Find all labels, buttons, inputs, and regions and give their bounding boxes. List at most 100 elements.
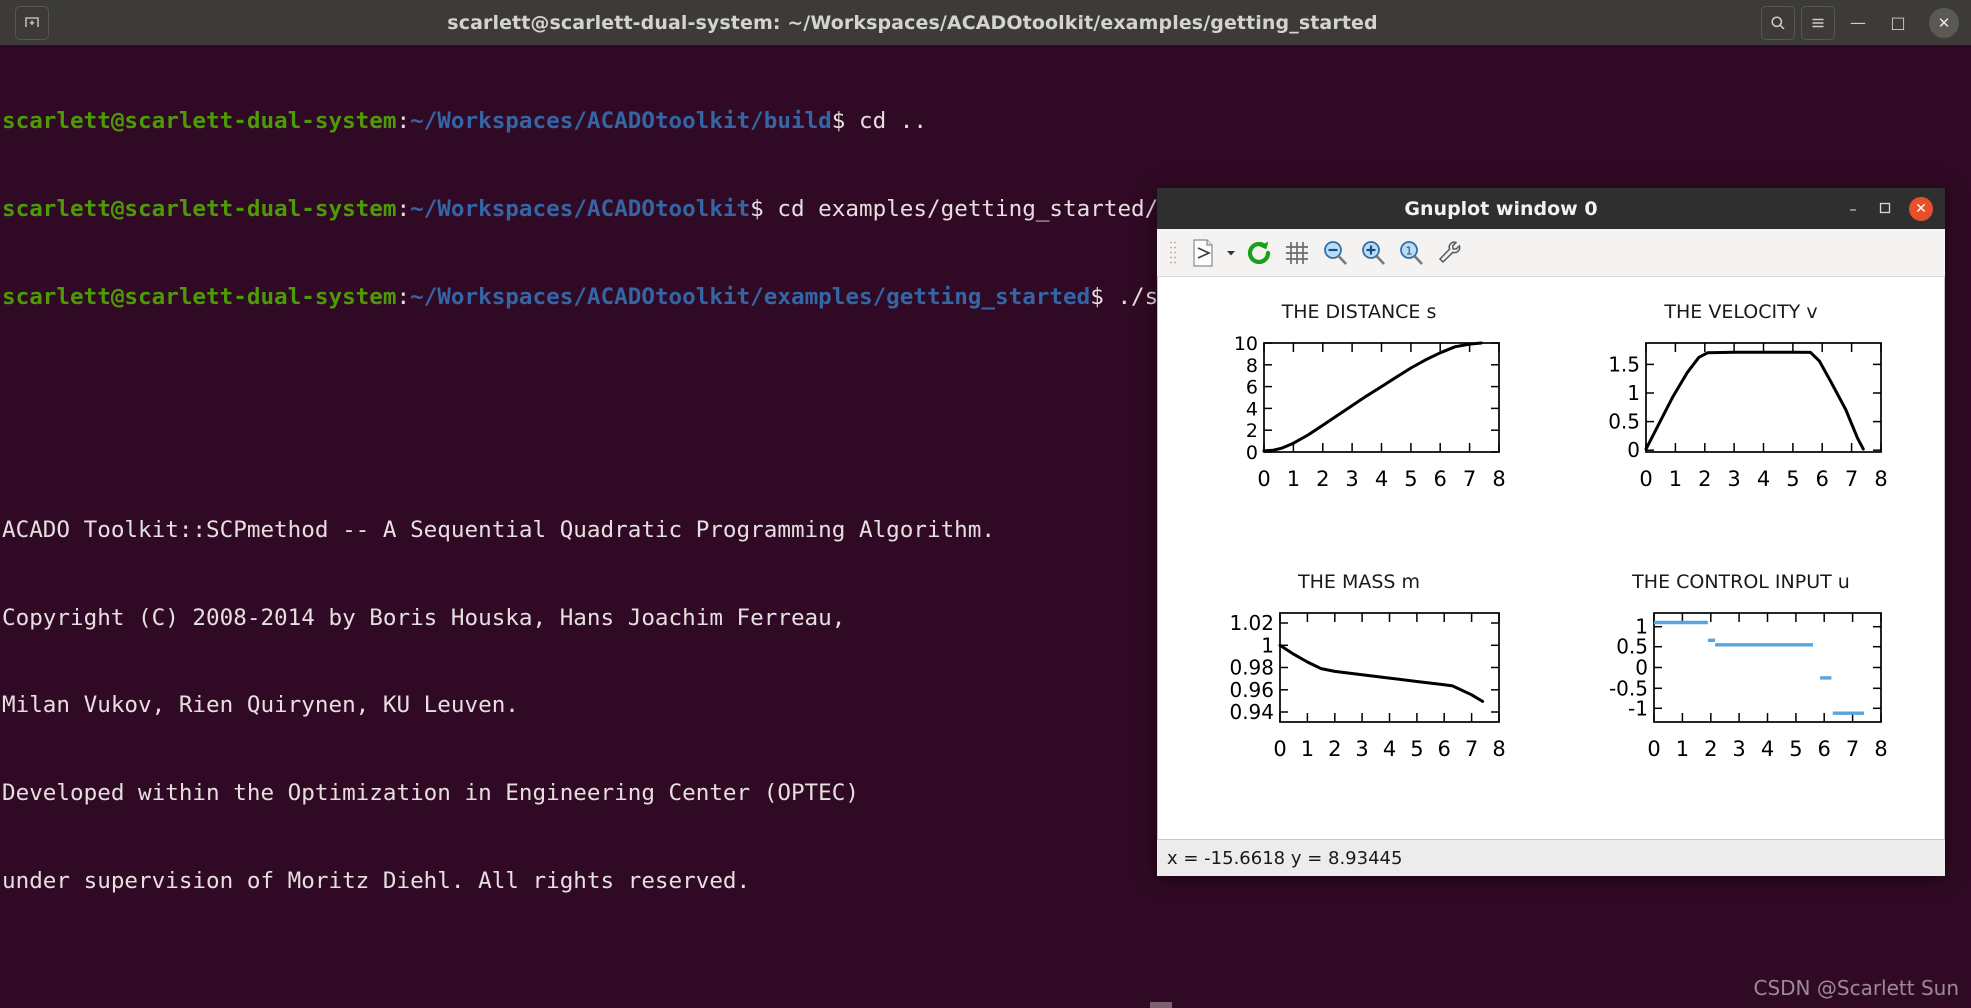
svg-text:1: 1 bbox=[1627, 381, 1640, 405]
svg-text:5: 5 bbox=[1410, 737, 1423, 761]
svg-text:0.94: 0.94 bbox=[1229, 700, 1274, 724]
plot-control-input-svg: 10.50 -0.5-1 012 345 678 bbox=[1609, 612, 1888, 761]
svg-text:0: 0 bbox=[1257, 467, 1270, 491]
svg-text:1: 1 bbox=[1669, 467, 1682, 491]
svg-text:7: 7 bbox=[1846, 737, 1859, 761]
toolbar-drag-handle[interactable] bbox=[1169, 239, 1176, 266]
svg-text:2: 2 bbox=[1698, 467, 1711, 491]
replot-icon[interactable] bbox=[1242, 235, 1276, 271]
prompt-command: $ cd .. bbox=[831, 108, 927, 135]
svg-text:7: 7 bbox=[1845, 467, 1858, 491]
svg-text:3: 3 bbox=[1355, 737, 1368, 761]
minimize-button[interactable]: — bbox=[1841, 6, 1875, 40]
svg-text:7: 7 bbox=[1463, 467, 1476, 491]
terminal-titlebar: scarlett@scarlett-dual-system: ~/Workspa… bbox=[0, 0, 1971, 45]
gnuplot-status-bar: x = -15.6618 y = 8.93445 bbox=[1157, 839, 1945, 876]
prompt-user: scarlett@scarlett-dual-system bbox=[2, 283, 397, 310]
svg-text:1: 1 bbox=[1287, 467, 1300, 491]
chevron-down-icon[interactable] bbox=[1224, 249, 1238, 257]
svg-text:-1: -1 bbox=[1628, 696, 1648, 720]
prompt-line: scarlett@scarlett-dual-system:~/Workspac… bbox=[2, 107, 1971, 136]
gnuplot-maximize-button[interactable] bbox=[1877, 200, 1893, 218]
prompt-path: ~/Workspaces/ACADOtoolkit bbox=[410, 196, 751, 222]
svg-text:5: 5 bbox=[1786, 467, 1799, 491]
maximize-button[interactable]: □ bbox=[1881, 6, 1915, 40]
svg-text:1.02: 1.02 bbox=[1229, 611, 1274, 635]
zoom-out-icon[interactable] bbox=[1318, 235, 1352, 271]
gnuplot-window-buttons: – ✕ bbox=[1845, 196, 1945, 221]
plot-velocity-title: THE VELOCITY v bbox=[1664, 301, 1818, 323]
svg-text:0: 0 bbox=[1246, 442, 1258, 464]
titlebar-left-group bbox=[0, 5, 64, 40]
plot-control-input-title: THE CONTROL INPUT u bbox=[1632, 571, 1850, 593]
svg-text:8: 8 bbox=[1492, 467, 1505, 491]
svg-text:4: 4 bbox=[1383, 737, 1396, 761]
plot-velocity-svg: 1.51 0.50 012 345 678 bbox=[1608, 342, 1888, 491]
svg-text:4: 4 bbox=[1761, 737, 1774, 761]
grid-icon[interactable] bbox=[1280, 235, 1314, 271]
prompt-command: $ cd examples/getting_started/ bbox=[750, 196, 1159, 222]
plot-control-input: THE CONTROL INPUT u 1 0.5 0 -0.5 -1 0 1 … bbox=[1550, 565, 1932, 815]
gnuplot-window: Gnuplot window 0 – ✕ 1 THE DISTANCE s 10… bbox=[1157, 188, 1945, 876]
prompt-sep: : bbox=[396, 108, 411, 135]
gnuplot-titlebar[interactable]: Gnuplot window 0 – ✕ bbox=[1157, 188, 1945, 229]
svg-text:0.96: 0.96 bbox=[1229, 678, 1274, 702]
prompt-path: ~/Workspaces/ACADOtoolkit/build bbox=[410, 108, 832, 135]
svg-text:2: 2 bbox=[1704, 737, 1717, 761]
svg-text:4: 4 bbox=[1246, 398, 1258, 420]
plot-mass: THE MASS m 1.02 1 0.98 0.96 0.94 0 1 2 3… bbox=[1168, 565, 1550, 815]
svg-text:3: 3 bbox=[1727, 467, 1740, 491]
svg-text:1: 1 bbox=[1261, 633, 1274, 657]
svg-text:0: 0 bbox=[1647, 737, 1660, 761]
svg-text:10: 10 bbox=[1234, 333, 1258, 355]
svg-text:0.5: 0.5 bbox=[1608, 410, 1640, 434]
gnuplot-close-button[interactable]: ✕ bbox=[1909, 196, 1933, 221]
svg-text:8: 8 bbox=[1874, 737, 1887, 761]
svg-text:2: 2 bbox=[1246, 420, 1258, 442]
terminal-window-title: scarlett@scarlett-dual-system: ~/Workspa… bbox=[447, 11, 1378, 34]
prompt-user: scarlett@scarlett-dual-system bbox=[2, 108, 397, 135]
svg-text:3: 3 bbox=[1732, 737, 1745, 761]
screen: scarlett@scarlett-dual-system: ~/Workspa… bbox=[0, 0, 1971, 1008]
svg-text:7: 7 bbox=[1465, 737, 1478, 761]
plot-distance-svg: 1086 420 012 345 678 bbox=[1234, 333, 1506, 491]
plot-mass-title: THE MASS m bbox=[1298, 571, 1420, 593]
gnuplot-minimize-button[interactable]: – bbox=[1845, 200, 1861, 218]
zoom-in-icon[interactable] bbox=[1356, 235, 1390, 271]
terminal-icon[interactable] bbox=[15, 5, 49, 40]
svg-text:3: 3 bbox=[1345, 467, 1358, 491]
close-button[interactable]: ✕ bbox=[1929, 7, 1959, 38]
watermark: CSDN @Scarlett Sun bbox=[1753, 976, 1960, 1000]
gnuplot-plot-area[interactable]: THE DISTANCE s 10 8 6 4 2 0 0 1 2 3 4 5 … bbox=[1157, 277, 1945, 839]
svg-text:6: 6 bbox=[1434, 467, 1447, 491]
svg-text:1: 1 bbox=[1676, 737, 1689, 761]
svg-text:4: 4 bbox=[1757, 467, 1770, 491]
svg-text:6: 6 bbox=[1438, 737, 1451, 761]
hamburger-menu-icon[interactable] bbox=[1801, 5, 1835, 40]
svg-text:8: 8 bbox=[1492, 737, 1505, 761]
svg-text:0: 0 bbox=[1639, 467, 1652, 491]
svg-text:1.5: 1.5 bbox=[1608, 352, 1640, 376]
titlebar-buttons: — □ ✕ bbox=[1761, 5, 1971, 40]
plot-distance-title: THE DISTANCE s bbox=[1281, 301, 1437, 323]
svg-text:6: 6 bbox=[1816, 467, 1829, 491]
svg-text:6: 6 bbox=[1246, 377, 1258, 399]
prompt-sep: : bbox=[396, 196, 411, 222]
svg-text:5: 5 bbox=[1404, 467, 1417, 491]
svg-text:2: 2 bbox=[1328, 737, 1341, 761]
export-icon[interactable] bbox=[1186, 235, 1220, 271]
svg-text:0: 0 bbox=[1627, 438, 1640, 462]
plot-distance: THE DISTANCE s 10 8 6 4 2 0 0 1 2 3 4 5 … bbox=[1168, 283, 1550, 533]
svg-text:6: 6 bbox=[1818, 737, 1831, 761]
settings-wrench-icon[interactable] bbox=[1432, 235, 1466, 271]
svg-text:5: 5 bbox=[1789, 737, 1802, 761]
search-icon[interactable] bbox=[1761, 5, 1795, 40]
svg-text:1: 1 bbox=[1301, 737, 1314, 761]
svg-text:8: 8 bbox=[1874, 467, 1887, 491]
svg-text:8: 8 bbox=[1246, 355, 1258, 377]
scroll-indicator bbox=[1150, 1002, 1172, 1008]
prompt-user: scarlett@scarlett-dual-system bbox=[2, 196, 397, 222]
svg-text:2: 2 bbox=[1316, 467, 1329, 491]
zoom-reset-icon[interactable]: 1 bbox=[1394, 235, 1428, 271]
gnuplot-toolbar: 1 bbox=[1157, 229, 1945, 277]
